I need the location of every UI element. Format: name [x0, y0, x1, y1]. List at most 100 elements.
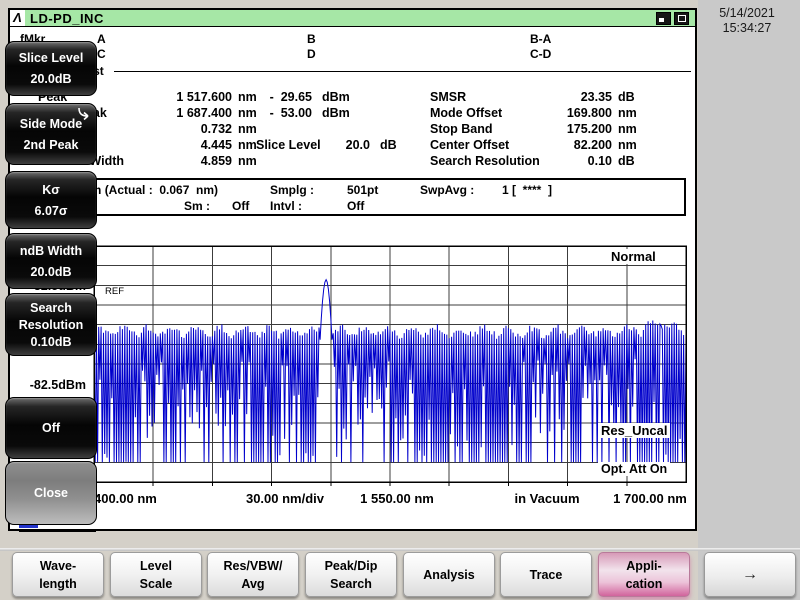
- interval-label: Intvl :: [270, 199, 302, 213]
- menu-trace[interactable]: Trace: [500, 552, 592, 597]
- menu-analysis[interactable]: Analysis: [403, 552, 495, 597]
- bottom-separator: [0, 548, 800, 551]
- menu-peak-dip-search[interactable]: Peak/Dip Search: [305, 552, 397, 597]
- marker-ba-label: B-A: [530, 32, 552, 46]
- softkey-label: Kσ: [42, 182, 60, 197]
- interval-value: Off: [347, 199, 365, 213]
- minimize-icon: [659, 17, 664, 22]
- optical-att-badge: Opt. Att On: [598, 462, 671, 476]
- softkey-ndb-width[interactable]: ndB Width 20.0dB: [5, 233, 97, 289]
- x-axis-div-label: 30.00 nm/div: [245, 491, 325, 506]
- softkey-off[interactable]: Off: [5, 397, 97, 459]
- maximize-icon: [678, 14, 686, 22]
- result-value: 169.800: [566, 106, 612, 120]
- window-title: LD-PD_INC: [30, 10, 104, 26]
- sampling-label: Smplg :: [270, 183, 314, 197]
- softkey-more-arrow-button[interactable]: →: [704, 552, 796, 597]
- marker-d-label: D: [307, 47, 316, 61]
- softkey-k-sigma[interactable]: Kσ 6.07σ: [5, 171, 97, 229]
- slice-level-label: Slice Level: [256, 138, 321, 152]
- menu-label: Level: [140, 558, 172, 573]
- menu-label: Res/VBW/: [223, 558, 283, 573]
- result-unit: nm: [238, 154, 257, 168]
- result-label: Stop Band: [430, 122, 493, 136]
- brand-logo-icon: Λ: [10, 10, 25, 26]
- result-unit: nm: [618, 138, 637, 152]
- softkey-label: Slice Level: [18, 51, 84, 65]
- softkey-label: Close: [33, 486, 69, 500]
- softkey-side-mode[interactable]: Side Mode 2nd Peak: [5, 103, 97, 165]
- result-unit: nm: [618, 106, 637, 120]
- result-label: Center Offset: [430, 138, 510, 152]
- slice-level-value: 20.0: [345, 138, 370, 152]
- result-level: - 29.65: [269, 90, 312, 104]
- sweep-avg-label: SwpAvg :: [420, 183, 475, 197]
- menu-label-2: Avg: [241, 576, 265, 591]
- spectrum-plot: [93, 245, 687, 486]
- result-label: Mode Offset: [430, 106, 503, 120]
- result-value: 23.35: [580, 90, 612, 104]
- result-unit: nm: [238, 138, 257, 152]
- instrument-window: Λ LD-PD_INC fMkr A B B-A LMkr C D C-D DF…: [8, 8, 697, 532]
- marker-cd-label: C-D: [530, 47, 552, 61]
- sweep-settings-box: Res : 0.07nm (Actual : 0.067 nm) Smplg :…: [10, 178, 686, 216]
- result-value: 4.445: [200, 138, 232, 152]
- trace-legend-underline: [19, 530, 96, 532]
- result-unit: dB: [618, 90, 635, 104]
- trace-mode-label: Normal: [608, 249, 659, 264]
- ref-level-label: REF: [105, 286, 124, 297]
- marker-c-label: C: [97, 47, 106, 61]
- softkey-label-2: Resolution: [18, 317, 84, 332]
- titlebar: Λ LD-PD_INC: [10, 10, 695, 27]
- softkey-slice-level[interactable]: Slice Level 20.0dB: [5, 41, 97, 96]
- menu-label: Peak/Dip: [324, 558, 378, 573]
- result-unit: nm: [618, 122, 637, 136]
- menu-res-vbw-avg[interactable]: Res/VBW/ Avg: [207, 552, 299, 597]
- maximize-button[interactable]: [674, 11, 689, 25]
- softkey-value: 2nd Peak: [23, 137, 79, 152]
- mouse-cursor-icon: [78, 108, 89, 120]
- softkey-label: Off: [41, 421, 61, 435]
- result-value: 0.732: [200, 122, 232, 136]
- sampling-value: 501pt: [347, 183, 379, 197]
- date-label: 5/14/2021: [719, 6, 775, 20]
- menu-label: Analysis: [423, 567, 475, 582]
- softkey-search-resolution[interactable]: Search Resolution 0.10dB: [5, 293, 97, 356]
- result-label: Search Resolution: [430, 154, 540, 168]
- right-arrow-icon: →: [742, 565, 758, 583]
- result-level-unit: dBm: [322, 90, 350, 104]
- softkey-value: 20.0dB: [30, 264, 72, 279]
- menu-label-2: cation: [625, 576, 663, 591]
- time-label: 15:34:27: [722, 21, 772, 35]
- softkey-panel: 5/14/2021 15:34:27: [698, 0, 800, 600]
- softkey-label: Search: [30, 300, 72, 315]
- result-level-unit: dBm: [322, 106, 350, 120]
- menu-application[interactable]: Appli- cation: [598, 552, 690, 597]
- result-unit: nm: [238, 122, 257, 136]
- result-value: 0.10: [587, 154, 612, 168]
- result-label: SMSR: [430, 90, 467, 104]
- y-axis-label-mid: -82.5dBm: [29, 378, 86, 392]
- softkey-value: 0.10dB: [30, 334, 72, 349]
- softkey-value: 20.0dB: [30, 72, 72, 86]
- menu-label-2: Scale: [139, 576, 173, 591]
- slice-level-unit: dB: [380, 138, 397, 152]
- marker-b-label: B: [307, 32, 316, 46]
- softkey-value: 6.07σ: [34, 203, 68, 218]
- menu-label-2: Search: [330, 576, 372, 591]
- softkey-label: ndB Width: [19, 243, 83, 258]
- result-value: 175.200: [566, 122, 612, 136]
- marker-a-label: A: [97, 32, 106, 46]
- result-value: 1 687.400: [176, 106, 232, 120]
- result-unit: dB: [618, 154, 635, 168]
- smoothing-value: Off: [232, 199, 250, 213]
- softkey-close[interactable]: Close: [5, 461, 97, 525]
- menu-wavelength[interactable]: Wave- length: [12, 552, 104, 597]
- result-value: 4.859: [200, 154, 232, 168]
- menu-label-2: length: [39, 576, 77, 591]
- result-level: - 53.00: [269, 106, 312, 120]
- menu-label: Wave-: [39, 558, 77, 573]
- menu-label: Appli-: [626, 558, 662, 573]
- menu-level-scale[interactable]: Level Scale: [110, 552, 202, 597]
- minimize-button[interactable]: [656, 11, 671, 25]
